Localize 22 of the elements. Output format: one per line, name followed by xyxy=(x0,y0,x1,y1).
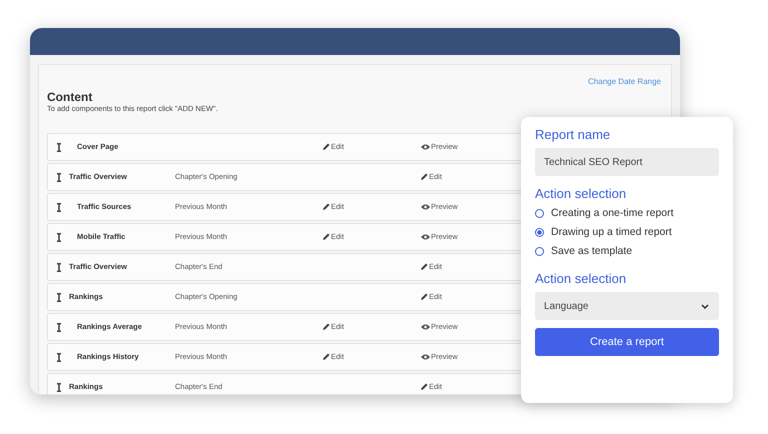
pencil-icon xyxy=(421,262,428,270)
radio-icon[interactable] xyxy=(535,208,544,218)
eye-icon xyxy=(421,354,430,360)
eye-icon xyxy=(421,234,430,240)
radio-icon[interactable] xyxy=(535,246,544,256)
pencil-icon xyxy=(421,292,428,300)
pencil-icon xyxy=(323,352,330,360)
pencil-icon xyxy=(323,322,330,330)
pencil-icon xyxy=(421,172,428,180)
pencil-icon xyxy=(323,142,330,150)
report-name-field[interactable]: Technical SEO Report xyxy=(535,148,719,176)
eye-icon xyxy=(421,204,430,210)
eye-icon xyxy=(421,324,430,330)
language-dropdown[interactable]: Language xyxy=(535,292,719,320)
pencil-icon xyxy=(323,202,330,210)
pencil-icon xyxy=(421,382,428,390)
radio-icon[interactable] xyxy=(535,228,544,236)
eye-icon xyxy=(421,144,430,150)
create-report-button[interactable]: Create a report xyxy=(535,328,719,356)
section-title: Content xyxy=(47,90,94,104)
chevron-down-icon xyxy=(701,304,709,308)
pencil-icon xyxy=(323,232,330,240)
